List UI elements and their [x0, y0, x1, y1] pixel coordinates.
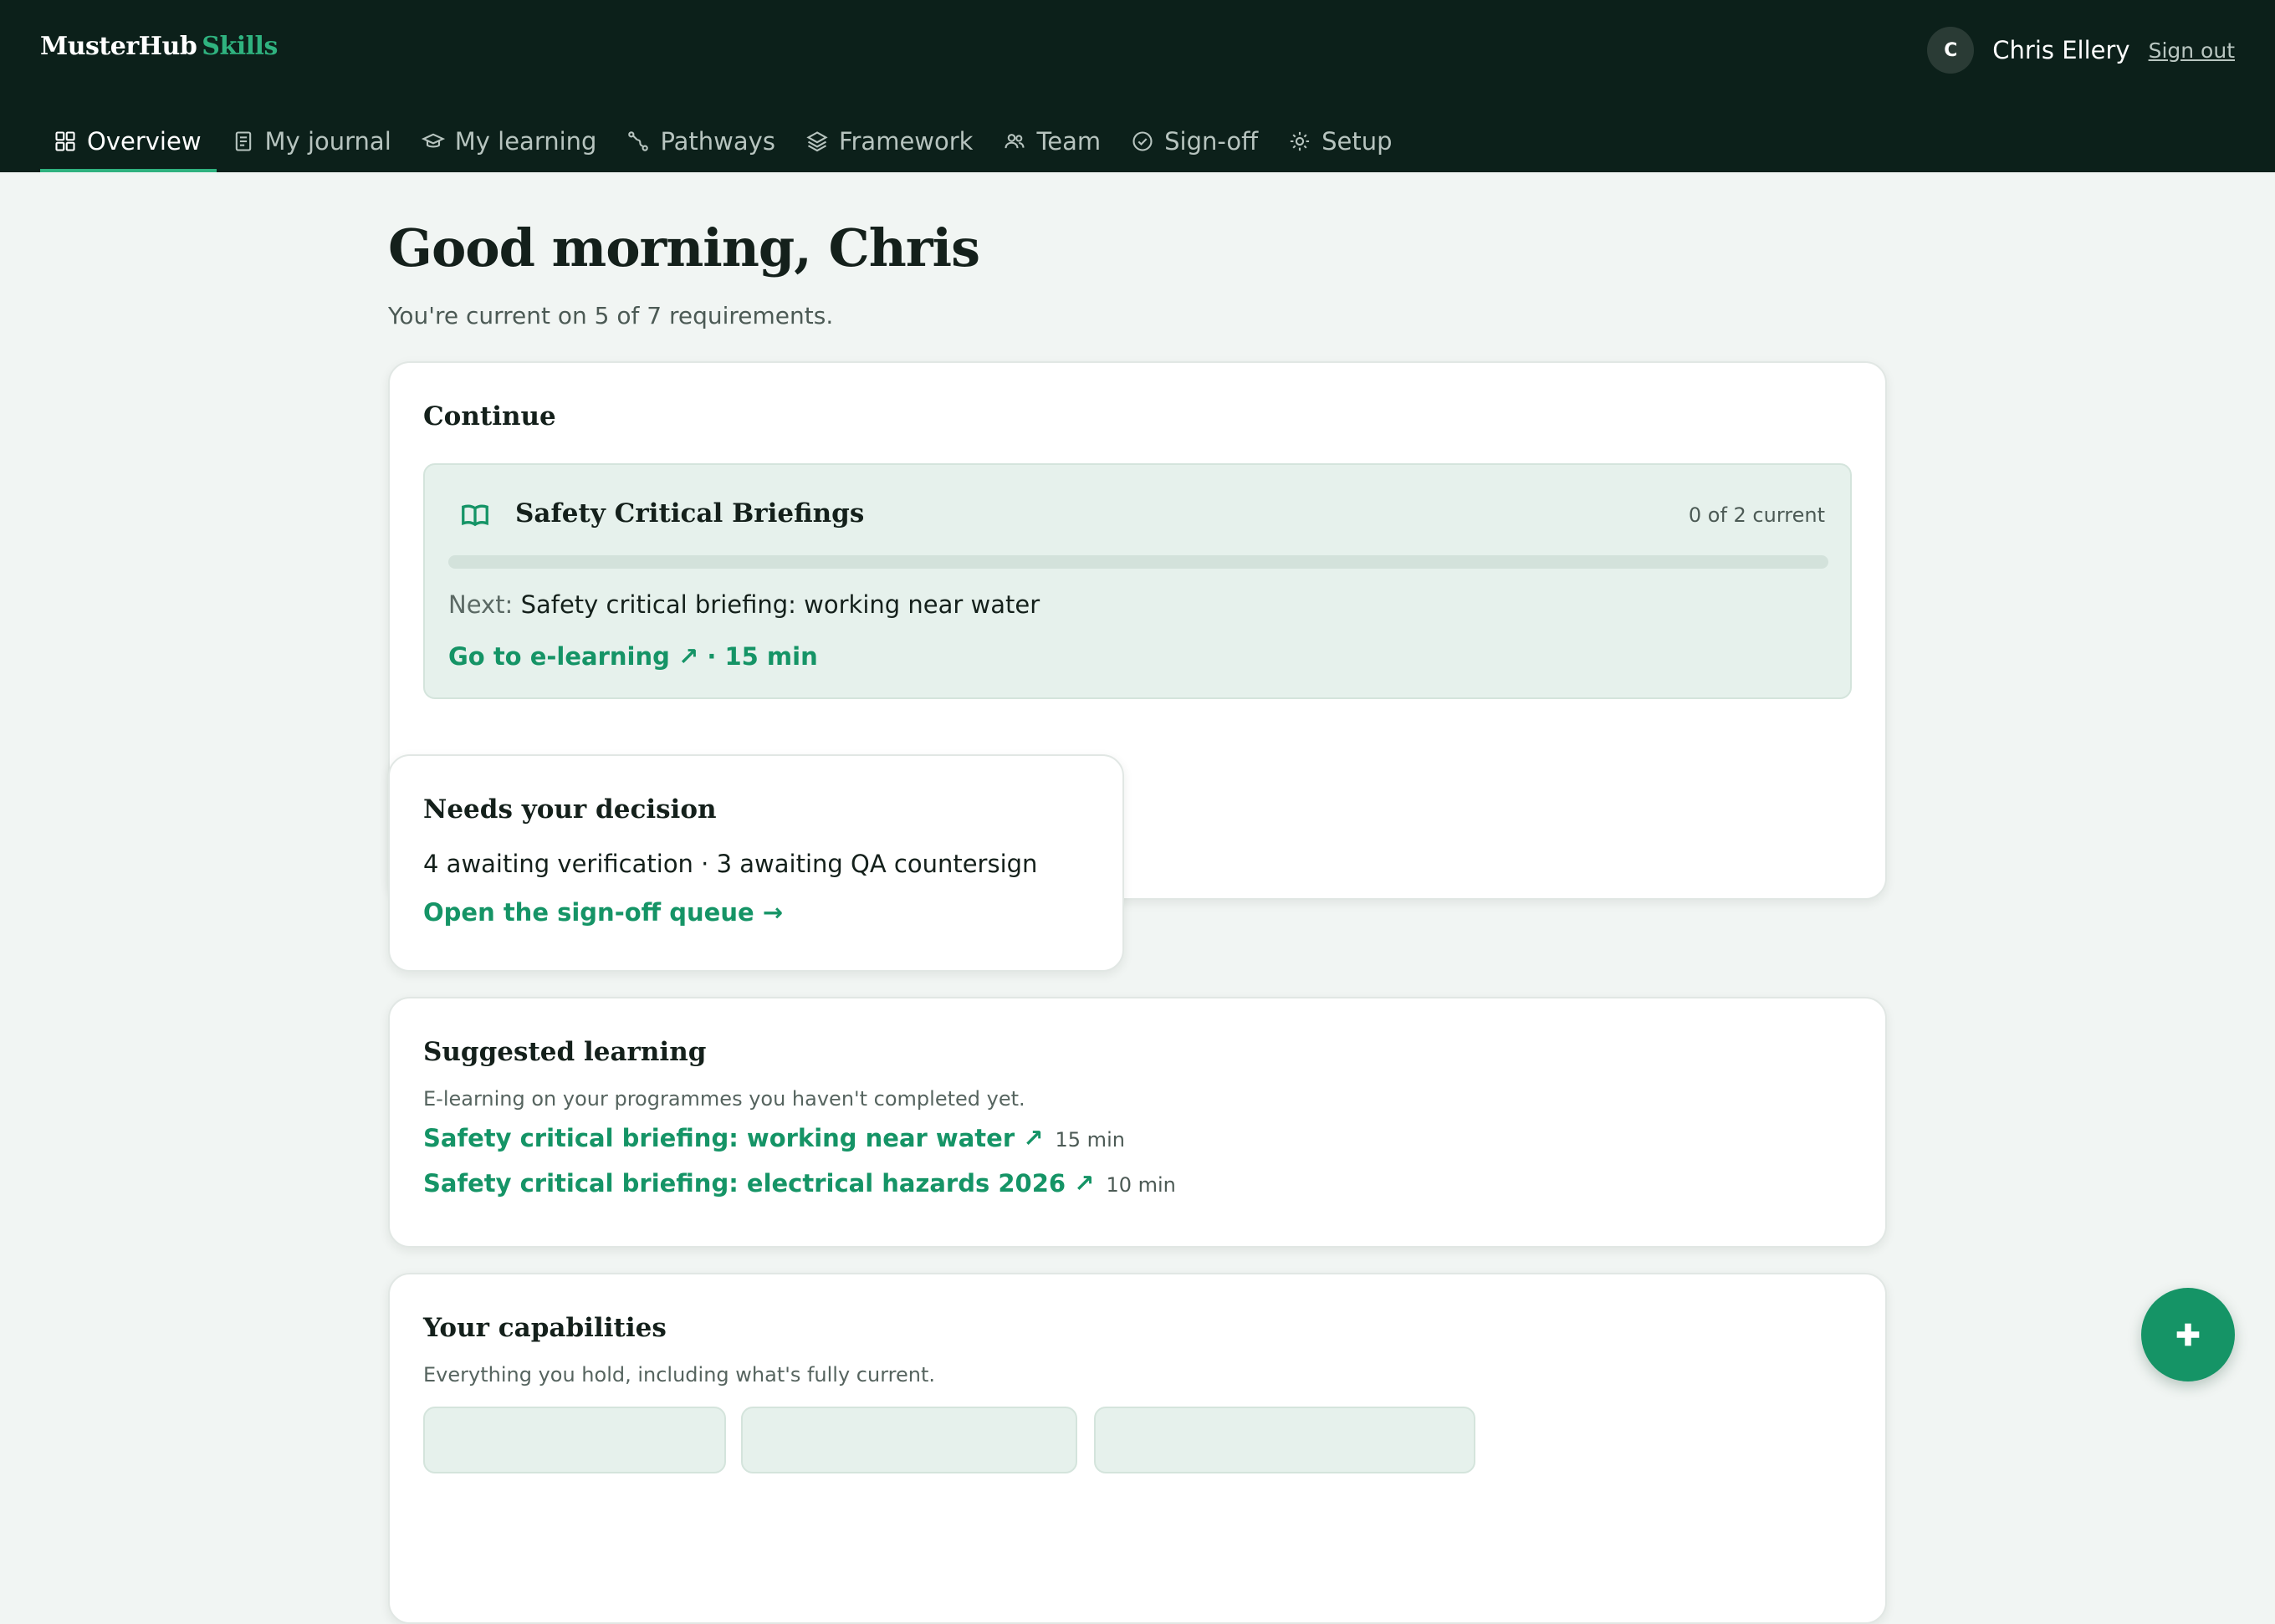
decision-card: Needs your decision 4 awaiting verificat…: [388, 754, 1124, 972]
suggested-learning-card: Suggested learning E-learning on your pr…: [388, 997, 1887, 1248]
nav-item-overview[interactable]: Overview: [40, 110, 217, 172]
nav-item-label: Framework: [838, 127, 974, 156]
document-icon: [235, 131, 251, 151]
users-icon: [1005, 134, 1025, 149]
capability-tile[interactable]: [423, 1407, 726, 1473]
course-duration: 15 min: [1055, 1128, 1125, 1152]
route-icon: [628, 131, 649, 151]
plus-icon: [2176, 1323, 2200, 1346]
capabilities-title: Your capabilities: [423, 1313, 667, 1343]
next-value: Safety critical briefing: working near w…: [520, 590, 1040, 619]
nav-item-label: Overview: [87, 127, 202, 156]
next-label: Next:: [448, 590, 514, 619]
course-progress-bar: [448, 555, 1828, 569]
go-to-elearning-link[interactable]: Go to e-learning ↗ · 15 min: [448, 642, 818, 671]
capability-tile[interactable]: [741, 1407, 1077, 1473]
nav-item-team[interactable]: Team: [988, 110, 1116, 172]
sun-gear-icon: [1291, 131, 1310, 151]
top-bar: MusterHub Skills C Chris Ellery Sign out …: [0, 0, 2275, 172]
brand-logo[interactable]: MusterHub Skills: [40, 32, 278, 61]
suggested-learning-subtitle: E-learning on your programmes you haven'…: [423, 1087, 1025, 1111]
nav-item-label: Team: [1036, 127, 1102, 156]
capabilities-card: Your capabilities Everything you hold, i…: [388, 1273, 1887, 1624]
nav-item-label: Sign-off: [1164, 127, 1259, 156]
nav-item-my-learning[interactable]: My learning: [406, 110, 612, 172]
course-progress-panel[interactable]: Safety Critical Briefings 0 of 2 current…: [423, 463, 1852, 699]
capability-tile[interactable]: [1094, 1407, 1475, 1473]
course-duration: 10 min: [1106, 1173, 1176, 1197]
main-nav: Overview My journal My learning Pathways…: [40, 110, 1408, 172]
decision-card-title: Needs your decision: [423, 794, 717, 825]
course-count: 0 of 2 current: [1688, 503, 1825, 527]
nav-item-sign-off[interactable]: Sign-off: [1116, 110, 1273, 172]
user-name: Chris Ellery: [1992, 36, 2130, 64]
page-title: Good morning, Chris: [388, 217, 980, 278]
suggested-course-link[interactable]: Safety critical briefing: electrical haz…: [423, 1169, 1094, 1198]
requirements-summary: You're current on 5 of 7 requirements.: [388, 302, 834, 329]
nav-item-setup[interactable]: Setup: [1273, 110, 1407, 172]
suggested-course-link[interactable]: Safety critical briefing: working near w…: [423, 1124, 1044, 1152]
avatar[interactable]: C: [1927, 27, 1975, 74]
continue-card-title: Continue: [423, 401, 556, 432]
list-item: Safety critical briefing: working near w…: [423, 1124, 1125, 1152]
nav-item-label: Pathways: [660, 127, 775, 156]
suggested-learning-title: Suggested learning: [423, 1037, 707, 1067]
user-menu: C Chris Ellery Sign out: [1927, 25, 2235, 75]
add-button[interactable]: [2141, 1288, 2235, 1381]
graduation-cap-icon: [421, 133, 445, 148]
brand-product: Skills: [202, 32, 278, 61]
sign-out-link[interactable]: Sign out: [2149, 38, 2235, 63]
capabilities-subtitle: Everything you hold, including what's fu…: [423, 1363, 935, 1387]
layers-icon: [806, 131, 828, 152]
nav-item-label: My journal: [264, 127, 391, 156]
grid-icon: [55, 131, 75, 151]
brand-name: MusterHub: [40, 32, 197, 61]
next-item: Next: Safety critical briefing: working …: [448, 590, 1040, 619]
book-open-icon: [460, 500, 490, 530]
list-item: Safety critical briefing: electrical haz…: [423, 1169, 1176, 1198]
open-sign-off-queue-link[interactable]: Open the sign-off queue →: [423, 898, 783, 927]
nav-item-framework[interactable]: Framework: [790, 110, 989, 172]
nav-item-label: Setup: [1322, 127, 1393, 156]
course-title: Safety Critical Briefings: [515, 498, 865, 529]
check-circle-icon: [1132, 131, 1153, 151]
nav-item-pathways[interactable]: Pathways: [611, 110, 790, 172]
decision-summary: 4 awaiting verification · 3 awaiting QA …: [423, 850, 1038, 878]
nav-item-label: My learning: [454, 127, 597, 156]
nav-item-my-journal[interactable]: My journal: [217, 110, 406, 172]
